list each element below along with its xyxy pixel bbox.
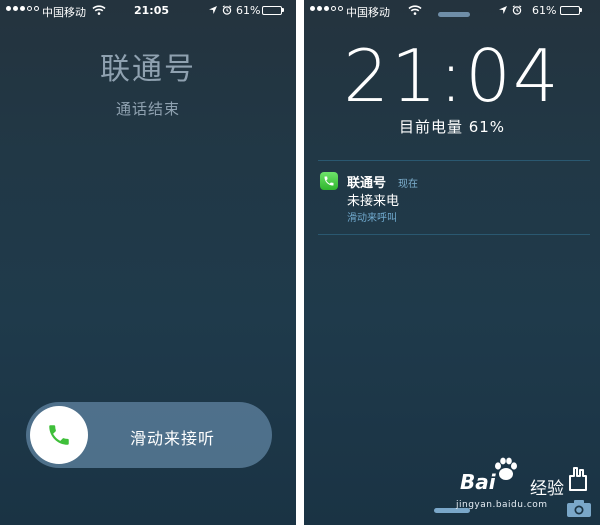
status-time: 21:05 <box>134 4 170 17</box>
hand-icon <box>569 467 587 491</box>
wifi-icon <box>92 5 106 15</box>
signal-strength-icon <box>310 6 343 11</box>
watermark-brand: Bai <box>460 470 496 494</box>
slider-knob[interactable] <box>30 406 88 464</box>
alarm-clock-icon <box>222 5 232 15</box>
battery-percent: 61% <box>532 4 557 17</box>
notification-time: 现在 <box>398 179 418 190</box>
battery-status-text: 目前电量 61% <box>398 118 506 136</box>
lock-screen: 中国移动 61% 21:04 目前电量 61% 联通号 现在 未接来电 滑动来呼 <box>304 0 600 525</box>
notification-center-handle[interactable] <box>438 12 470 17</box>
caller-name: 联通号 <box>100 52 196 87</box>
notification-action: 滑动来呼叫 <box>347 213 397 224</box>
baidu-jingyan-watermark: Bai 经验 jingyan.baidu.com <box>438 452 600 525</box>
battery-icon <box>262 6 282 15</box>
signal-strength-icon <box>6 6 39 11</box>
slider-label: 滑动来接听 <box>130 429 216 448</box>
divider <box>318 160 590 161</box>
call-status: 通话结束 <box>115 100 180 118</box>
location-arrow-icon <box>209 6 217 14</box>
divider <box>318 234 590 235</box>
phone-icon <box>49 425 69 445</box>
battery-tip <box>282 8 284 12</box>
location-arrow-icon <box>499 6 507 14</box>
call-screen: 中国移动 21:05 61% 联通号 通话结束 滑动来接听 <box>0 0 296 525</box>
battery-tip <box>580 8 582 12</box>
phone-app-icon <box>320 172 338 190</box>
carrier-label: 中国移动 <box>42 6 86 19</box>
status-bar: 中国移动 21:05 61% <box>0 0 296 22</box>
lock-screen-time: 21:04 <box>343 34 561 118</box>
paw-icon <box>495 457 517 480</box>
phone-icon <box>324 176 334 186</box>
notification-message: 未接来电 <box>347 194 400 209</box>
slide-to-answer-slider[interactable]: 滑动来接听 <box>26 402 272 468</box>
notification-title: 联通号 <box>347 176 387 191</box>
watermark-label: 经验 <box>530 479 564 499</box>
battery-icon <box>560 6 580 15</box>
watermark-url: jingyan.baidu.com <box>456 500 548 510</box>
status-bar: 中国移动 61% <box>304 0 600 22</box>
carrier-label: 中国移动 <box>346 6 390 19</box>
battery-percent: 61% <box>236 4 261 17</box>
alarm-clock-icon <box>512 5 522 15</box>
wifi-icon <box>408 5 422 15</box>
